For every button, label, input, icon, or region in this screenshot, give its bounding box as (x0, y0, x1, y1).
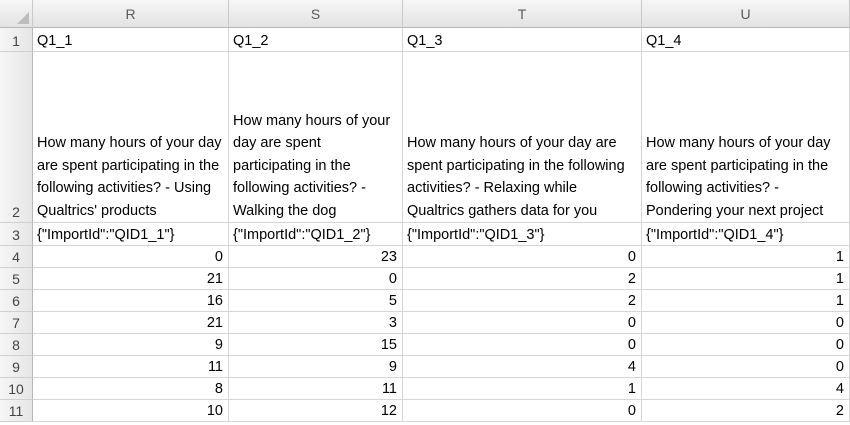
cell-s6[interactable]: 5 (229, 290, 403, 312)
column-header-s[interactable]: S (229, 0, 403, 28)
cell-r4[interactable]: 0 (33, 246, 229, 268)
cell-r8[interactable]: 9 (33, 334, 229, 356)
cell-t1[interactable]: Q1_3 (403, 28, 642, 52)
cell-r3[interactable]: {"ImportId":"QID1_1"} (33, 223, 229, 246)
cell-t8[interactable]: 0 (403, 334, 642, 356)
cell-t10[interactable]: 1 (403, 378, 642, 400)
spreadsheet-grid: R S T U 1 Q1_1 Q1_2 Q1_3 Q1_4 2 How many… (0, 0, 850, 425)
cell-t6[interactable]: 2 (403, 290, 642, 312)
cell-t9[interactable]: 4 (403, 356, 642, 378)
cell-u4[interactable]: 1 (642, 246, 850, 268)
cell-s1[interactable]: Q1_2 (229, 28, 403, 52)
cell-s7[interactable]: 3 (229, 312, 403, 334)
column-header-u[interactable]: U (642, 0, 850, 28)
cell-s5[interactable]: 0 (229, 268, 403, 290)
row-header[interactable]: 3 (0, 223, 33, 246)
row-header[interactable]: 4 (0, 246, 33, 268)
cell-r9[interactable]: 11 (33, 356, 229, 378)
cell-t3[interactable]: {"ImportId":"QID1_3"} (403, 223, 642, 246)
cell-s2[interactable]: How many hours of your day are spent par… (229, 52, 403, 223)
cell-s9[interactable]: 9 (229, 356, 403, 378)
column-header-r[interactable]: R (33, 0, 229, 28)
cell-t11[interactable]: 0 (403, 400, 642, 422)
select-all-corner[interactable] (0, 0, 33, 28)
cell-r2[interactable]: How many hours of your day are spent par… (33, 52, 229, 223)
cell-u9[interactable]: 0 (642, 356, 850, 378)
cell-t2[interactable]: How many hours of your day are spent par… (403, 52, 642, 223)
column-header-t[interactable]: T (403, 0, 642, 28)
cell-r11[interactable]: 10 (33, 400, 229, 422)
row-header[interactable]: 5 (0, 268, 33, 290)
cell-s4[interactable]: 23 (229, 246, 403, 268)
cell-s3[interactable]: {"ImportId":"QID1_2"} (229, 223, 403, 246)
row-header[interactable]: 11 (0, 400, 33, 422)
cell-text: How many hours of your day are spent par… (37, 135, 222, 219)
cell-u8[interactable]: 0 (642, 334, 850, 356)
cell-u10[interactable]: 4 (642, 378, 850, 400)
cell-s10[interactable]: 11 (229, 378, 403, 400)
cell-t4[interactable]: 0 (403, 246, 642, 268)
cell-u2[interactable]: How many hours of your day are spent par… (642, 52, 850, 223)
cell-s11[interactable]: 12 (229, 400, 403, 422)
cell-s8[interactable]: 15 (229, 334, 403, 356)
cell-text: How many hours of your day are spent par… (233, 112, 391, 219)
cell-u7[interactable]: 0 (642, 312, 850, 334)
cell-r5[interactable]: 21 (33, 268, 229, 290)
row-header[interactable]: 8 (0, 334, 33, 356)
row-header[interactable]: 9 (0, 356, 33, 378)
row-header[interactable]: 6 (0, 290, 33, 312)
cell-u5[interactable]: 1 (642, 268, 850, 290)
cell-text: How many hours of your day are spent par… (646, 135, 831, 219)
cell-r7[interactable]: 21 (33, 312, 229, 334)
cell-text: How many hours of your day are spent par… (407, 135, 625, 219)
cell-t5[interactable]: 2 (403, 268, 642, 290)
cell-t7[interactable]: 0 (403, 312, 642, 334)
row-header[interactable]: 1 (0, 28, 33, 52)
cell-r6[interactable]: 16 (33, 290, 229, 312)
cell-u11[interactable]: 2 (642, 400, 850, 422)
cell-u1[interactable]: Q1_4 (642, 28, 850, 52)
cell-r10[interactable]: 8 (33, 378, 229, 400)
cell-u3[interactable]: {"ImportId":"QID1_4"} (642, 223, 850, 246)
cell-u6[interactable]: 1 (642, 290, 850, 312)
row-header[interactable]: 7 (0, 312, 33, 334)
row-header[interactable]: 2 (0, 52, 33, 223)
row-header[interactable]: 10 (0, 378, 33, 400)
cell-r1[interactable]: Q1_1 (33, 28, 229, 52)
